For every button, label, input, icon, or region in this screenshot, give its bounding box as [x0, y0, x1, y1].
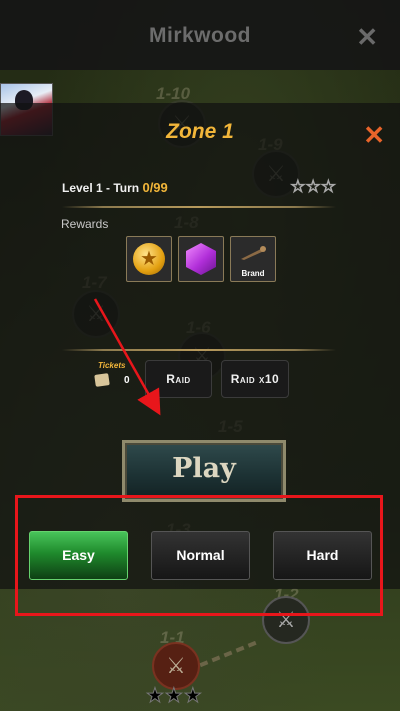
difficulty-normal-button[interactable]: Normal: [151, 531, 250, 580]
difficulty-easy-button[interactable]: Easy: [29, 531, 128, 580]
difficulty-hard-button[interactable]: Hard: [273, 531, 372, 580]
